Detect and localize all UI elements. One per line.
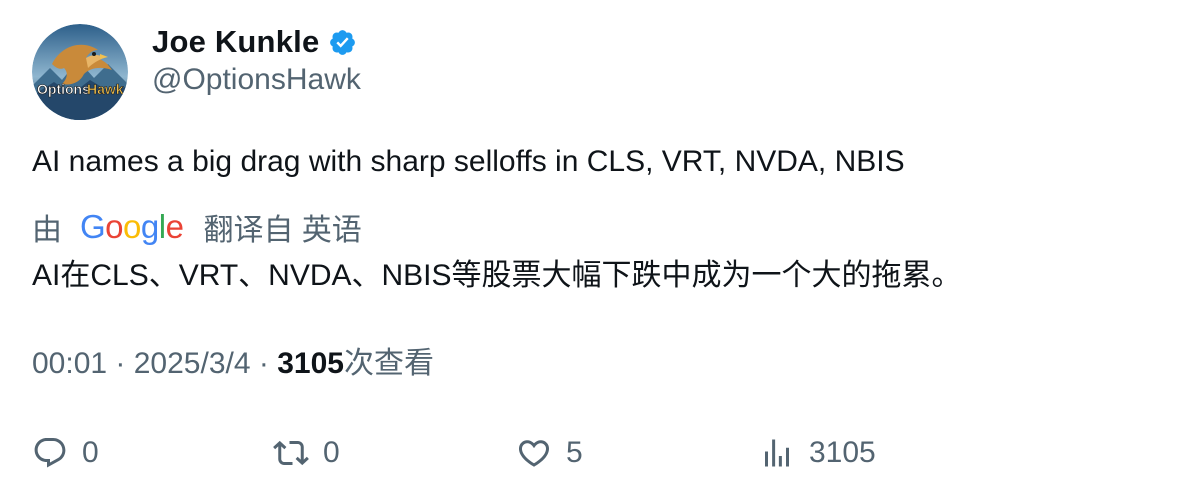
tweet-card: Options Hawk Joe Kunkle @OptionsHawk AI … xyxy=(0,0,1196,498)
translation-attribution: 由 Google 翻译自 英语 xyxy=(32,207,362,247)
author-display-name[interactable]: Joe Kunkle xyxy=(152,24,319,60)
tweet-meta: 00:01 · 2025/3/4 · 3105次查看 xyxy=(32,344,434,384)
views-button[interactable]: 3105 xyxy=(759,428,876,478)
avatar[interactable]: Options Hawk xyxy=(32,24,128,120)
author-name-row: Joe Kunkle xyxy=(152,22,357,62)
action-bar: 0 0 5 3105 xyxy=(0,428,1196,478)
views-label: 次查看 xyxy=(343,347,434,380)
retweet-count: 0 xyxy=(323,436,340,469)
reply-icon xyxy=(32,435,68,471)
translated-from-link[interactable]: 翻译自 英语 xyxy=(203,205,361,249)
tweet-text: AI names a big drag with sharp selloffs … xyxy=(32,145,905,178)
meta-separator: · xyxy=(250,347,278,380)
verified-badge-icon[interactable] xyxy=(328,28,357,57)
hawk-logo-icon: Options Hawk xyxy=(32,24,128,120)
google-logo: Google xyxy=(80,208,184,245)
svg-text:Hawk: Hawk xyxy=(87,81,124,97)
retweet-icon xyxy=(273,435,309,471)
meta-separator: · xyxy=(107,347,134,380)
views-count: 3105 xyxy=(277,347,344,380)
author-handle[interactable]: @OptionsHawk xyxy=(152,63,361,97)
translated-text: AI在CLS、VRT、NVDA、NBIS等股票大幅下跌中成为一个大的拖累。 xyxy=(32,259,962,292)
reply-count: 0 xyxy=(82,436,99,469)
tweet-date[interactable]: 2025/3/4 xyxy=(134,347,251,380)
translated-by-label: 由 xyxy=(32,214,62,247)
retweet-button[interactable]: 0 xyxy=(273,428,340,478)
views-action-count: 3105 xyxy=(809,436,876,469)
like-button[interactable]: 5 xyxy=(516,428,583,478)
heart-icon xyxy=(516,435,552,471)
like-count: 5 xyxy=(566,436,583,469)
analytics-icon xyxy=(759,435,795,471)
svg-text:Options: Options xyxy=(37,81,90,97)
reply-button[interactable]: 0 xyxy=(32,428,99,478)
tweet-time[interactable]: 00:01 xyxy=(32,347,107,380)
